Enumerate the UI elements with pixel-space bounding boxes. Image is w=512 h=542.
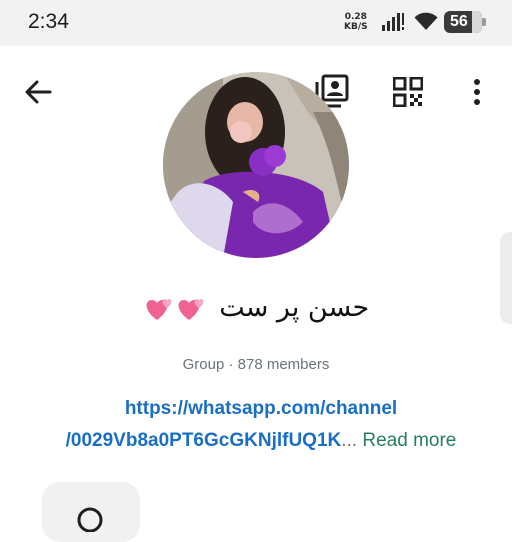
read-more-link[interactable]: Read more xyxy=(362,430,456,451)
status-bar: 2:34 0.28 KB/S 56 xyxy=(0,0,512,46)
signal-icon xyxy=(382,13,404,31)
group-name: حسن پر ست xyxy=(219,292,370,323)
description-link[interactable]: https://whatsapp.com/channel xyxy=(36,393,486,425)
more-vertical-icon xyxy=(474,79,480,105)
battery-indicator: 56 xyxy=(444,11,486,33)
network-speed: 0.28 KB/S xyxy=(344,12,368,32)
search-icon xyxy=(77,507,103,532)
status-time: 2:34 xyxy=(28,10,69,33)
qr-code-button[interactable] xyxy=(390,74,426,110)
wifi-icon xyxy=(414,12,438,30)
group-member-count: Group · 878 members xyxy=(182,356,330,373)
description-link-line2[interactable]: /0029Vb8a0PT6GcGKNjlfUQ1K xyxy=(66,430,342,451)
battery-level: 56 xyxy=(450,13,468,30)
network-speed-unit: KB/S xyxy=(344,22,368,32)
description-link-line1[interactable]: https://whatsapp.com/channel xyxy=(125,398,397,419)
group-name-row: حسن پر ست xyxy=(0,292,512,329)
arrow-left-icon xyxy=(25,80,52,104)
search-action-button[interactable] xyxy=(42,482,140,542)
revolving-hearts-icon xyxy=(143,294,207,329)
more-options-button[interactable] xyxy=(462,74,492,110)
back-button[interactable] xyxy=(20,76,56,108)
qr-code-icon xyxy=(393,77,423,107)
group-avatar[interactable] xyxy=(163,72,349,258)
group-description: https://whatsapp.com/channel /0029Vb8a0P… xyxy=(36,393,486,457)
network-speed-value: 0.28 xyxy=(344,12,367,22)
description-ellipsis: ... xyxy=(341,430,358,451)
